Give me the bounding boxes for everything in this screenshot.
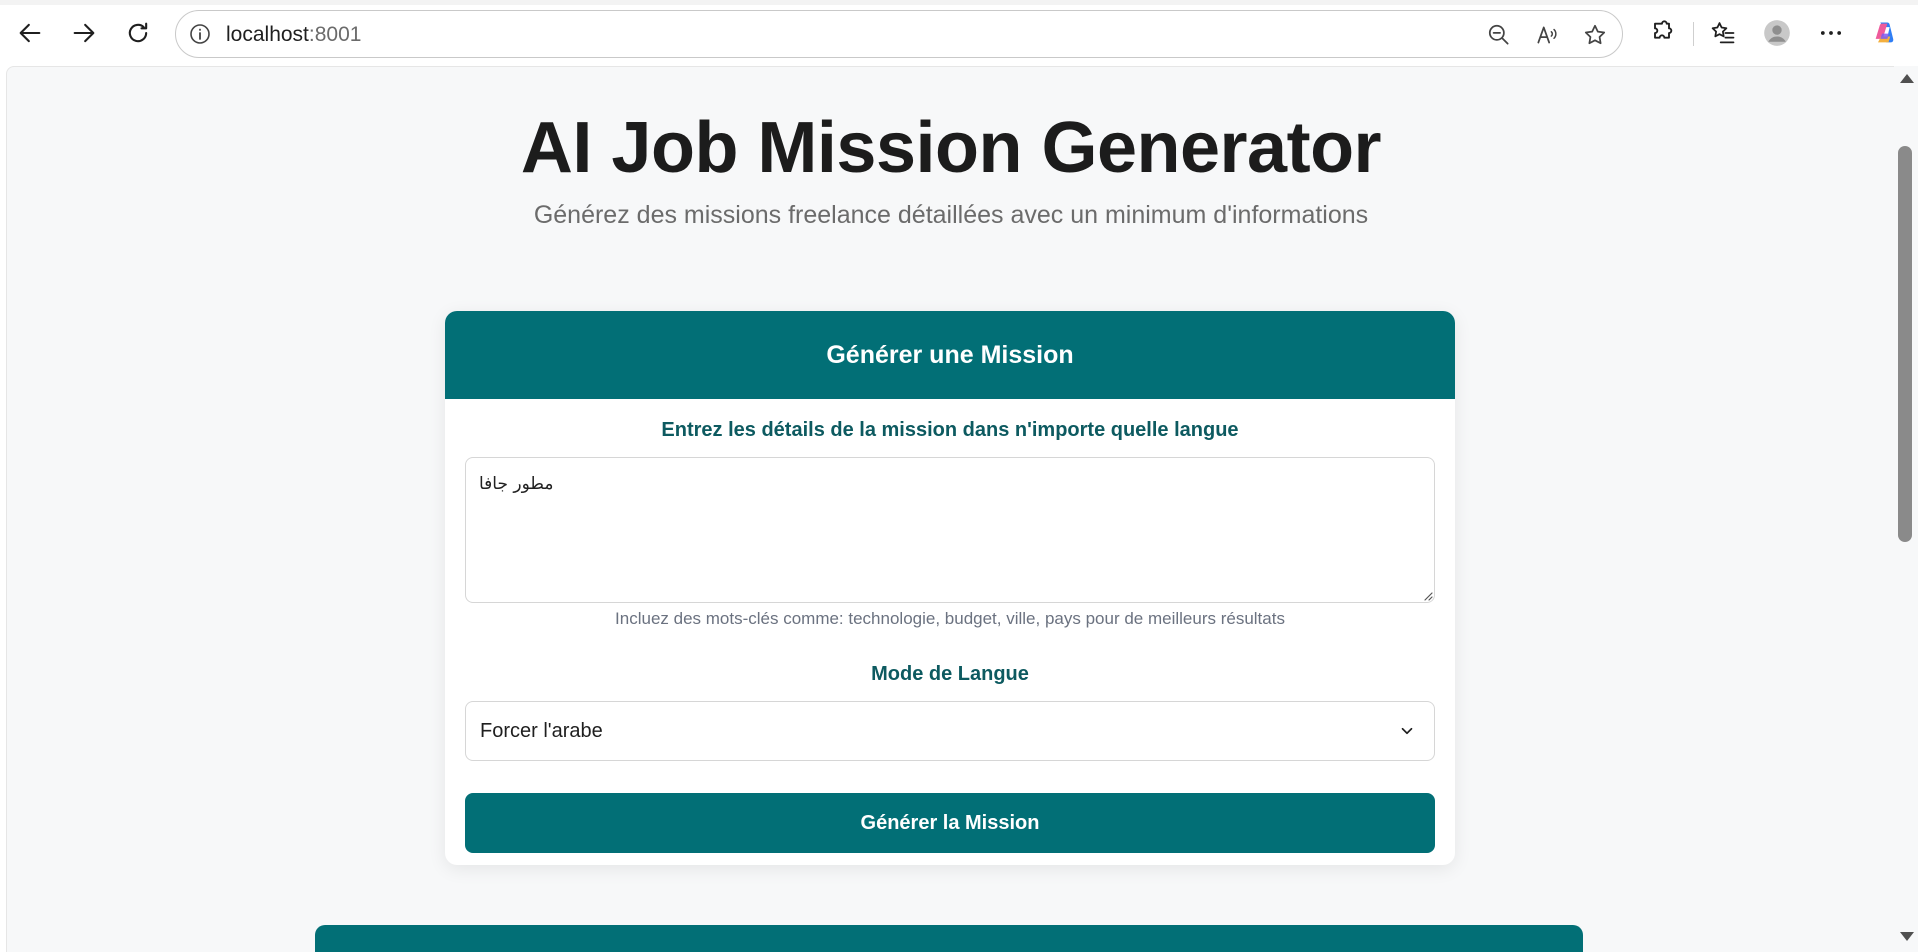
scroll-up-icon[interactable]: [1900, 74, 1914, 83]
url-text[interactable]: localhost:8001: [226, 23, 361, 47]
mission-details-textarea[interactable]: [465, 457, 1435, 603]
copilot-button[interactable]: [1866, 14, 1904, 52]
page-subtitle: Générez des missions freelance détaillée…: [533, 201, 1369, 229]
tab-strip-edge: [0, 0, 1918, 5]
favorites-button[interactable]: [1704, 14, 1742, 52]
extensions-button[interactable]: [1643, 14, 1681, 52]
avatar-icon: [1764, 20, 1790, 46]
site-info-button[interactable]: [186, 20, 214, 48]
language-mode-select[interactable]: Forcer l'arabe: [465, 701, 1435, 761]
resize-handle-icon[interactable]: [1421, 589, 1433, 601]
zoom-button[interactable]: [1484, 20, 1514, 50]
favorites-list-icon: [1711, 22, 1735, 44]
read-aloud-button[interactable]: [1532, 20, 1562, 50]
generate-mission-button[interactable]: Générer la Mission: [465, 793, 1435, 853]
refresh-icon: [128, 22, 148, 43]
browser-toolbar: localhost:8001: [0, 0, 1918, 66]
mission-details-value: مطور جافا: [479, 474, 554, 494]
mission-details-hint: Incluez des mots-clés comme: technologie…: [615, 609, 1285, 628]
forward-arrow-icon: [73, 23, 95, 43]
results-card-header: [315, 925, 1583, 952]
address-bar[interactable]: localhost:8001: [175, 10, 1623, 58]
more-options-button[interactable]: [1812, 14, 1850, 52]
url-port: :8001: [308, 23, 362, 46]
url-host: localhost: [226, 23, 309, 46]
language-mode-selected: Forcer l'arabe: [480, 719, 603, 742]
card-header: Générer une Mission: [445, 311, 1455, 399]
profile-button[interactable]: [1758, 14, 1796, 52]
chevron-down-icon: [1401, 727, 1413, 735]
card-title: Générer une Mission: [826, 340, 1074, 369]
scroll-down-icon[interactable]: [1900, 932, 1914, 941]
page-scrollbar[interactable]: [1894, 66, 1918, 952]
mission-details-label: Entrez les détails de la mission dans n'…: [661, 419, 1239, 441]
back-button[interactable]: [10, 13, 50, 53]
page-viewport: AI Job Mission Generator Générez des mis…: [6, 66, 1894, 952]
star-icon: [1584, 24, 1606, 45]
favorite-button[interactable]: [1580, 20, 1610, 50]
puzzle-icon: [1654, 20, 1673, 39]
back-arrow-icon: [19, 23, 41, 43]
info-icon: [190, 24, 210, 44]
language-mode-label: Mode de Langue: [871, 663, 1029, 685]
page-title: AI Job Mission Generator: [520, 108, 1382, 188]
copilot-icon: [1875, 22, 1894, 43]
read-aloud-icon: [1537, 26, 1557, 44]
mission-form-card: Générer une Mission Entrez les détails d…: [445, 311, 1455, 865]
forward-button[interactable]: [64, 13, 104, 53]
refresh-button[interactable]: [118, 13, 158, 53]
toolbar-divider: [1693, 22, 1694, 46]
more-dots-icon: [1820, 31, 1842, 35]
scroll-thumb[interactable]: [1898, 146, 1912, 542]
zoom-out-icon: [1488, 24, 1509, 45]
